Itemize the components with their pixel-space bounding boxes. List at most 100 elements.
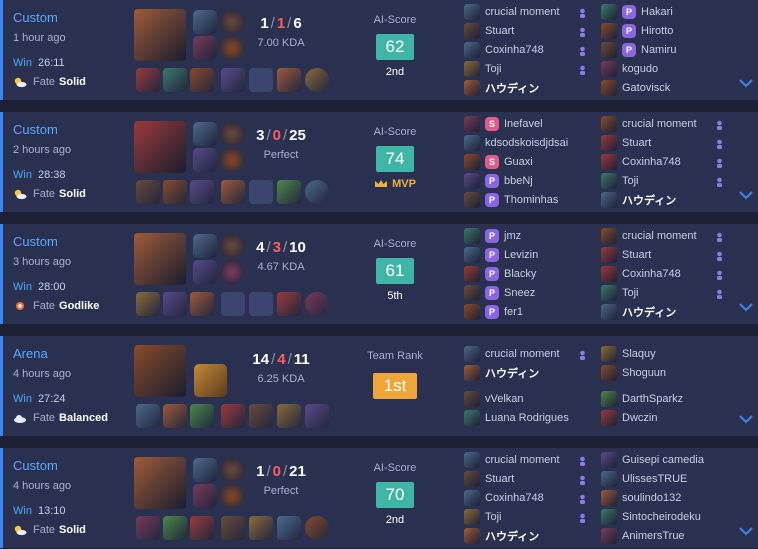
player-name: Stuart (485, 25, 515, 37)
player-row[interactable]: DarthSparkz (601, 390, 683, 408)
player-champion-icon (464, 135, 480, 151)
player-champion-icon (464, 247, 480, 263)
player-row[interactable]: PbbeNj (464, 172, 533, 190)
party-member-icon (716, 230, 723, 242)
player-row[interactable]: ハウディン (464, 527, 539, 545)
chevron-down-icon[interactable] (738, 414, 754, 424)
party-member-icon (579, 63, 586, 75)
player-champion-icon (601, 42, 617, 58)
deaths: 1 (276, 15, 286, 32)
player-champion-icon (601, 509, 617, 525)
player-row[interactable]: Gatovisck (601, 79, 670, 97)
player-row[interactable]: soulindo132 (601, 489, 681, 507)
player-row[interactable]: crucial moment (464, 345, 560, 363)
player-row[interactable]: Coxinha748 (464, 489, 544, 507)
player-name: Guisepi camedia (622, 454, 704, 466)
player-name: Luana Rodrigues (485, 412, 569, 424)
item-3-icon (190, 516, 214, 540)
player-row[interactable]: ハウディン (464, 79, 539, 97)
player-row[interactable]: P Hirotto (601, 22, 673, 40)
player-row[interactable]: P Hakari (601, 3, 673, 21)
player-row[interactable]: P Namiru (601, 41, 676, 59)
item-5-icon (277, 180, 301, 204)
player-row[interactable]: S Inefavel (464, 115, 543, 133)
player-row[interactable]: Stuart (464, 470, 514, 488)
player-row[interactable]: Coxinha748 (464, 41, 544, 59)
player-name: crucial moment (485, 454, 560, 466)
score-badge: 74 (376, 146, 414, 172)
player-row[interactable]: Stuart (601, 134, 651, 152)
game-mode: Custom (13, 122, 58, 137)
player-row[interactable]: vVelkan (464, 390, 524, 408)
kda-separator: / (266, 127, 271, 144)
item-1-icon (136, 180, 160, 204)
champion-varus-icon[interactable] (134, 345, 186, 397)
player-name: Hakari (641, 6, 673, 18)
match-card[interactable]: Custom 3 hours ago Win 28:00 Fate Godlike 4/3/… (0, 224, 758, 324)
champion-vex-icon[interactable] (134, 233, 186, 285)
player-row[interactable]: Sintocheirodeku (601, 508, 701, 526)
player-row[interactable]: ハウディン (464, 364, 539, 382)
player-row[interactable]: Toji (464, 508, 502, 526)
player-row[interactable]: Toji (601, 172, 639, 190)
match-card[interactable]: Arena 4 hours ago Win 27:24 Fate Balanced 14/4… (0, 336, 758, 436)
player-name: Coxinha748 (622, 156, 681, 168)
player-row[interactable]: P Levizin (464, 246, 538, 264)
deaths: 3 (272, 239, 281, 256)
player-row[interactable]: kdsodskoisdjdsai (464, 134, 568, 152)
player-row[interactable]: Guisepi camedia (601, 451, 704, 469)
player-champion-icon (464, 266, 480, 282)
player-row[interactable]: P Thominhas (464, 191, 558, 209)
fate-row: Fate Solid (13, 76, 86, 88)
fate-label: Fate (33, 76, 56, 88)
champion-samira-icon[interactable] (134, 121, 186, 173)
player-row[interactable]: crucial moment (464, 3, 560, 21)
player-name: Toji (485, 63, 502, 75)
chevron-down-icon[interactable] (738, 78, 754, 88)
player-name: Blacky (504, 268, 537, 280)
player-row[interactable]: Pfer1 (464, 303, 523, 321)
player-row[interactable]: AnimersTrue (601, 527, 685, 545)
result-row: Win 26:11 (13, 57, 65, 69)
player-row[interactable]: Shoguun (601, 364, 666, 382)
player-row[interactable]: ハウディン (601, 303, 676, 321)
item-5-icon (249, 404, 273, 428)
player-row[interactable]: UlissesTRUE (601, 470, 687, 488)
player-row[interactable]: Stuart (464, 22, 514, 40)
player-row[interactable]: Slaquy (601, 345, 656, 363)
player-name: vVelkan (485, 393, 524, 405)
player-row[interactable]: crucial moment (464, 451, 560, 469)
player-row[interactable]: Toji (464, 60, 502, 78)
champion-vayne-icon[interactable] (134, 9, 186, 61)
player-row[interactable]: ハウディン (601, 191, 676, 209)
result-row: Win 27:24 (13, 393, 65, 405)
player-row[interactable]: Stuart (601, 246, 651, 264)
player-champion-icon (464, 173, 480, 189)
kda-ratio: 6.25 KDA (257, 373, 305, 385)
result-label: Win (13, 393, 32, 405)
match-card[interactable]: Custom 1 hour ago Win 26:11 Fate Solid 1/1/6 7.… (0, 0, 758, 100)
chevron-down-icon[interactable] (738, 302, 754, 312)
match-card[interactable]: Custom 2 hours ago Win 28:38 Fate Solid 3/0/25… (0, 112, 758, 212)
player-row[interactable]: crucial moment (601, 227, 697, 245)
player-row[interactable]: P Blacky (464, 265, 536, 283)
player-name: UlissesTRUE (622, 473, 688, 485)
item-5-icon (249, 516, 273, 540)
player-row[interactable]: Dwczin (601, 409, 657, 427)
chevron-down-icon[interactable] (738, 190, 754, 200)
player-row[interactable]: Toji (601, 284, 639, 302)
player-row[interactable]: Coxinha748 (601, 265, 681, 283)
player-row[interactable]: kogudo (601, 60, 658, 78)
champion-vayne-icon[interactable] (134, 457, 186, 509)
player-champion-icon (464, 528, 480, 544)
player-row[interactable]: Luana Rodrigues (464, 409, 569, 427)
player-row[interactable]: Pjmz (464, 227, 521, 245)
player-champion-icon (464, 509, 480, 525)
match-card[interactable]: Custom 4 hours ago Win 13:10 Fate Solid 1/0/21… (0, 448, 758, 548)
player-row[interactable]: crucial moment (601, 115, 697, 133)
player-row[interactable]: P Sneez (464, 284, 535, 302)
player-row[interactable]: Coxinha748 (601, 153, 681, 171)
player-badge: S (485, 155, 499, 169)
player-row[interactable]: S Guaxi (464, 153, 533, 171)
chevron-down-icon[interactable] (738, 526, 754, 536)
